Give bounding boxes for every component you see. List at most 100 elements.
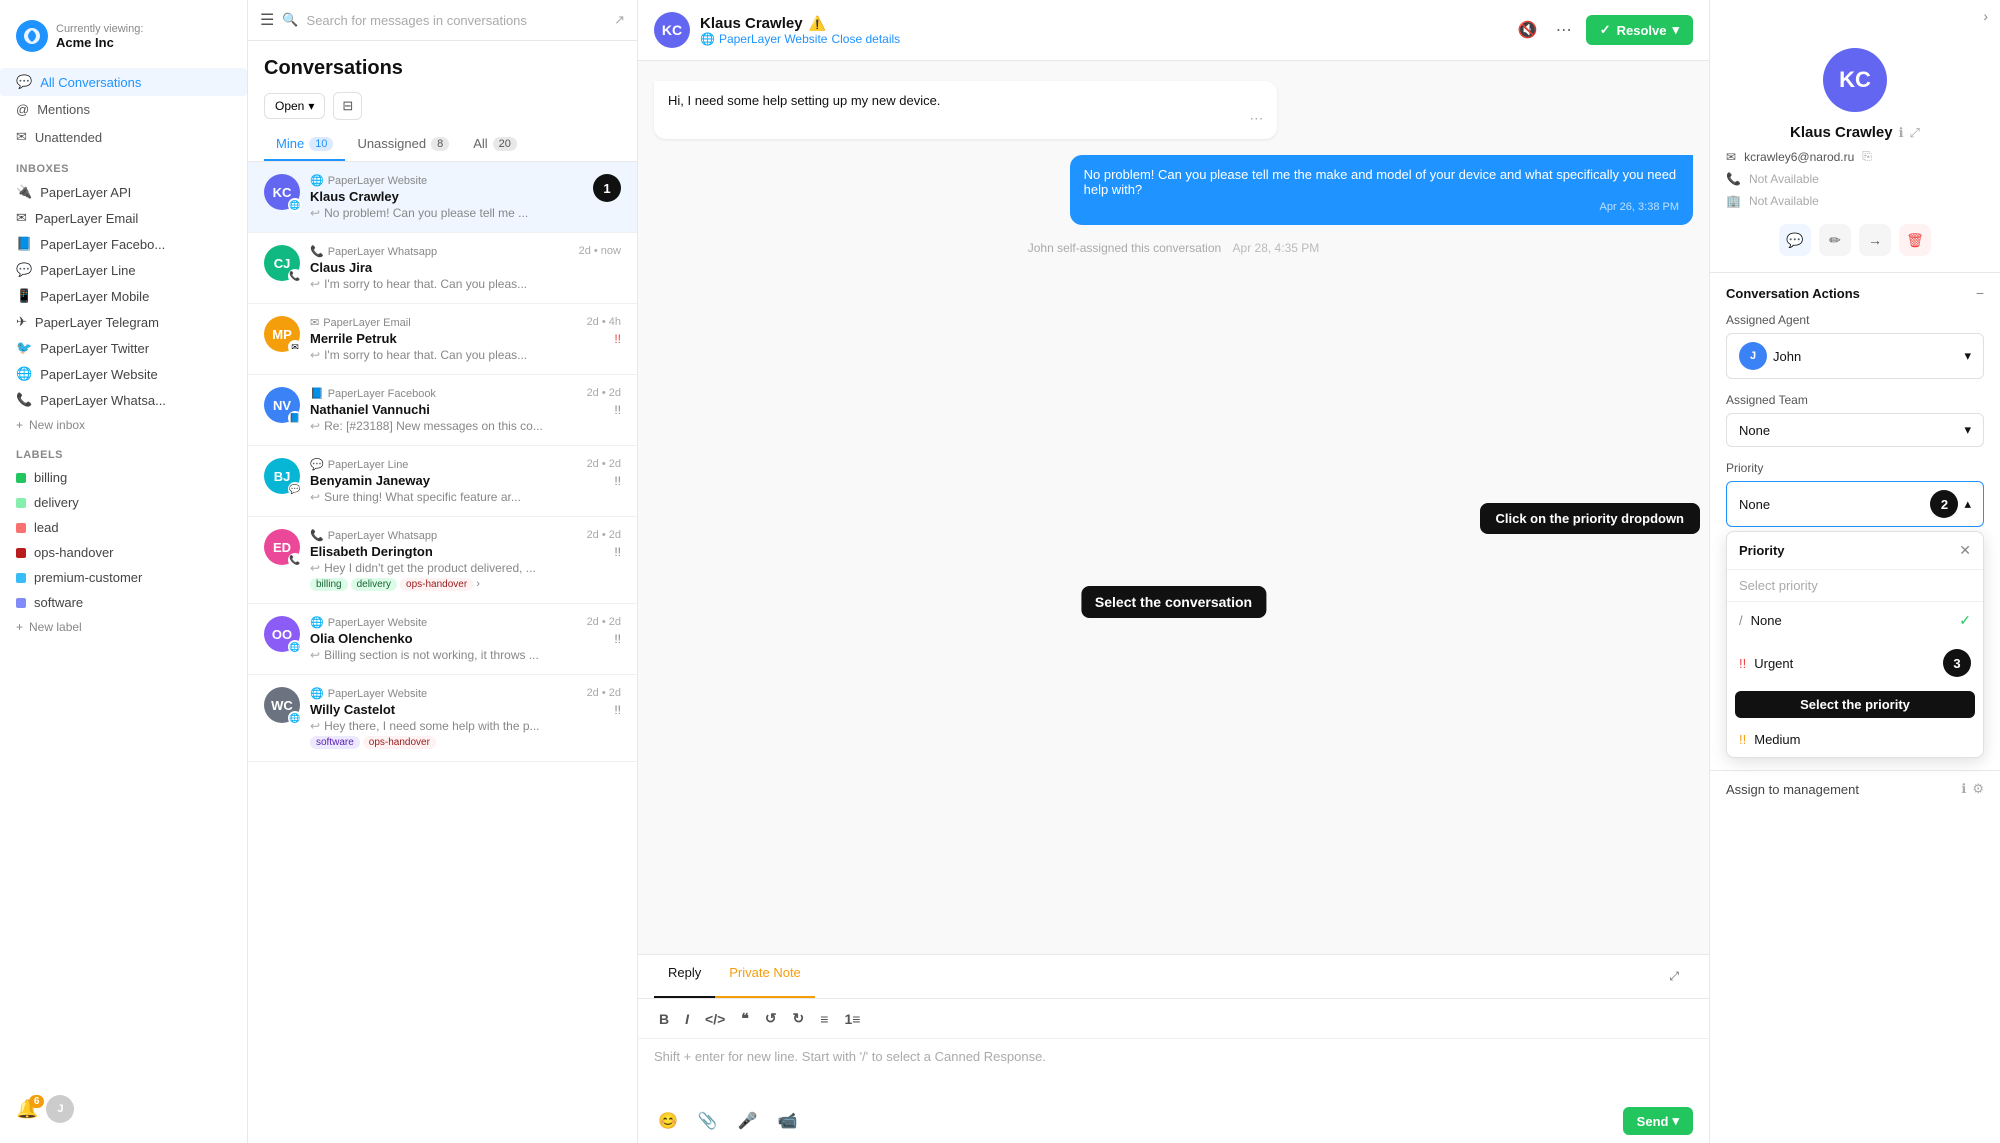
conversation-item[interactable]: ED 📞 📞PaperLayer Whatsapp Elisabeth Deri… bbox=[248, 517, 637, 604]
conversation-item[interactable]: CJ 📞 📞 PaperLayer Whatsapp Claus Jira ↩I… bbox=[248, 233, 637, 304]
close-priority-button[interactable]: ✕ bbox=[1959, 542, 1971, 559]
info-icon: ℹ bbox=[1899, 125, 1904, 141]
priority-dropdown-trigger[interactable]: None 2 ▴ bbox=[1726, 481, 1984, 527]
conversation-item[interactable]: MP ✉ ✉PaperLayer Email Merrile Petruk ↩I… bbox=[248, 304, 637, 375]
conversations-title: Conversations bbox=[264, 57, 621, 80]
private-note-tab[interactable]: Private Note bbox=[715, 955, 815, 998]
avatar: CJ 📞 bbox=[264, 245, 300, 281]
sidebar-item-all-conversations[interactable]: 💬 All Conversations bbox=[0, 68, 247, 96]
reply-input-placeholder: Shift + enter for new line. Start with '… bbox=[638, 1039, 1709, 1099]
label-billing[interactable]: billing bbox=[0, 465, 247, 490]
conv-source: 📘PaperLayer Facebook bbox=[310, 387, 577, 400]
priority-medium-icon: !! bbox=[1739, 732, 1746, 747]
contact-email: ✉ kcrawley6@narod.ru ⎘ bbox=[1726, 145, 1984, 168]
quote-button[interactable]: ❝ bbox=[736, 1007, 754, 1030]
redo-button[interactable]: ↻ bbox=[788, 1007, 810, 1030]
inbox-mobile[interactable]: 📱PaperLayer Mobile bbox=[0, 283, 247, 309]
italic-button[interactable]: I bbox=[680, 1008, 694, 1030]
audio-button[interactable]: 🎤 bbox=[734, 1107, 762, 1135]
inbox-facebook[interactable]: 📘PaperLayer Facebo... bbox=[0, 231, 247, 257]
inbox-telegram[interactable]: ✈PaperLayer Telegram bbox=[0, 309, 247, 335]
code-button[interactable]: </> bbox=[700, 1008, 730, 1030]
forward-action-button[interactable]: → bbox=[1859, 224, 1891, 256]
message-action-button[interactable]: 💬 bbox=[1779, 224, 1811, 256]
conversation-item[interactable]: OO 🌐 🌐PaperLayer Website Olia Olenchenko… bbox=[248, 604, 637, 675]
message-options-button[interactable]: ⋯ bbox=[1249, 110, 1263, 127]
inbox-line[interactable]: 💬PaperLayer Line bbox=[0, 257, 247, 283]
hamburger-icon[interactable]: ☰ bbox=[260, 10, 274, 30]
reply-tab[interactable]: Reply bbox=[654, 955, 715, 998]
reply-toolbar: B I </> ❝ ↺ ↻ ≡ 1≡ bbox=[638, 999, 1709, 1039]
priority-badge: !! bbox=[614, 703, 621, 717]
priority-option-none[interactable]: / None ✓ bbox=[1727, 602, 1983, 639]
expand-reply-button[interactable]: ⤢ bbox=[1665, 965, 1683, 988]
assigned-team-dropdown[interactable]: None ▾ bbox=[1726, 413, 1984, 447]
new-inbox-button[interactable]: + New inbox bbox=[0, 413, 247, 437]
priority-option-medium[interactable]: !! Medium bbox=[1727, 722, 1983, 757]
search-input[interactable] bbox=[307, 13, 607, 28]
labels-list: billing delivery lead ops-handover premi… bbox=[0, 465, 247, 615]
new-label-button[interactable]: + New label bbox=[0, 615, 247, 639]
more-tags[interactable]: › bbox=[476, 578, 480, 591]
label-ops-handover[interactable]: ops-handover bbox=[0, 540, 247, 565]
assign-management[interactable]: Assign to management ℹ ⚙ bbox=[1710, 770, 2000, 807]
priority-search-input[interactable] bbox=[1739, 578, 1971, 593]
info-mgmt-button[interactable]: ℹ bbox=[1961, 781, 1966, 797]
inbox-twitter[interactable]: 🐦PaperLayer Twitter bbox=[0, 335, 247, 361]
copy-icon[interactable]: ⎘ bbox=[1862, 149, 1872, 164]
bold-button[interactable]: B bbox=[654, 1008, 674, 1030]
mute-button[interactable]: 🔇 bbox=[1514, 16, 1542, 44]
conversation-item[interactable]: BJ 💬 💬PaperLayer Line Benyamin Janeway ↩… bbox=[248, 446, 637, 517]
conv-source: 💬PaperLayer Line bbox=[310, 458, 577, 471]
emoji-button[interactable]: 😊 bbox=[654, 1107, 682, 1135]
status-dropdown[interactable]: Open ▾ bbox=[264, 93, 325, 119]
delete-action-button[interactable]: 🗑 bbox=[1899, 224, 1931, 256]
label-premium-customer[interactable]: premium-customer bbox=[0, 565, 247, 590]
priority-option-urgent[interactable]: !! Urgent 3 bbox=[1727, 639, 1983, 687]
tab-all[interactable]: All 20 bbox=[461, 128, 529, 161]
inbox-whatsapp[interactable]: 📞PaperLayer Whatsa... bbox=[0, 387, 247, 413]
more-options-button[interactable]: ⋯ bbox=[1552, 16, 1576, 44]
list-button[interactable]: ≡ bbox=[815, 1008, 833, 1030]
search-bar: ☰ 🔍 ↗ bbox=[248, 0, 637, 41]
user-avatar[interactable]: J bbox=[46, 1095, 74, 1123]
inbox-email[interactable]: ✉PaperLayer Email bbox=[0, 205, 247, 231]
inbox-api[interactable]: 🔌PaperLayer API bbox=[0, 179, 247, 205]
panel-collapse-button[interactable]: › bbox=[1983, 8, 1988, 24]
conversation-item[interactable]: NV 📘 📘PaperLayer Facebook Nathaniel Vann… bbox=[248, 375, 637, 446]
sidebar-item-unattended[interactable]: ✉ Unattended bbox=[0, 123, 247, 151]
conv-source: 🌐 PaperLayer Website bbox=[310, 174, 583, 187]
filter-button[interactable]: ⊟ bbox=[333, 92, 362, 120]
notification-bell-icon[interactable]: 🔔 6 bbox=[16, 1099, 38, 1120]
message-container: Select the conversation Hi, I need some … bbox=[638, 61, 1709, 1143]
tab-mine[interactable]: Mine 10 bbox=[264, 128, 345, 161]
label-software[interactable]: software bbox=[0, 590, 247, 615]
label-lead[interactable]: lead bbox=[0, 515, 247, 540]
sidebar-item-mentions[interactable]: @ Mentions bbox=[0, 96, 247, 123]
conv-content: 🌐PaperLayer Website Willy Castelot ↩Hey … bbox=[310, 687, 577, 749]
reply-area: Reply Private Note ⤢ B I </> ❝ ↺ ↻ ≡ 1≡ … bbox=[638, 954, 1709, 1143]
edit-action-button[interactable]: ✏ bbox=[1819, 224, 1851, 256]
conversation-item[interactable]: KC 🌐 🌐 PaperLayer Website Klaus Crawley … bbox=[248, 162, 637, 233]
actions-collapse-button[interactable]: − bbox=[1976, 285, 1984, 301]
settings-mgmt-button[interactable]: ⚙ bbox=[1972, 781, 1984, 797]
tab-unassigned[interactable]: Unassigned 8 bbox=[345, 128, 461, 161]
channel-icon: 💬 bbox=[288, 482, 302, 496]
undo-button[interactable]: ↺ bbox=[760, 1007, 782, 1030]
conv-source: 📞 PaperLayer Whatsapp bbox=[310, 245, 569, 258]
resolve-button[interactable]: ✓ Klaus Crawley Resolve ▾ bbox=[1586, 15, 1693, 45]
close-details-button[interactable]: Close details bbox=[831, 32, 900, 46]
system-message: John self-assigned this conversation Apr… bbox=[654, 241, 1693, 255]
unattended-icon: ✉ bbox=[16, 129, 27, 145]
attach-button[interactable]: 📎 bbox=[694, 1107, 722, 1135]
conversation-item[interactable]: WC 🌐 🌐PaperLayer Website Willy Castelot … bbox=[248, 675, 637, 762]
search-icon: 🔍 bbox=[282, 12, 298, 28]
tutorial-bubble-3: Select the priority bbox=[1735, 691, 1975, 718]
inbox-website[interactable]: 🌐PaperLayer Website bbox=[0, 361, 247, 387]
search-expand-icon[interactable]: ↗ bbox=[614, 12, 625, 28]
label-delivery[interactable]: delivery bbox=[0, 490, 247, 515]
ordered-list-button[interactable]: 1≡ bbox=[839, 1008, 865, 1030]
assigned-agent-dropdown[interactable]: J John ▾ bbox=[1726, 333, 1984, 379]
send-button[interactable]: Send ▾ bbox=[1623, 1107, 1693, 1135]
video-button[interactable]: 📹 bbox=[774, 1107, 802, 1135]
